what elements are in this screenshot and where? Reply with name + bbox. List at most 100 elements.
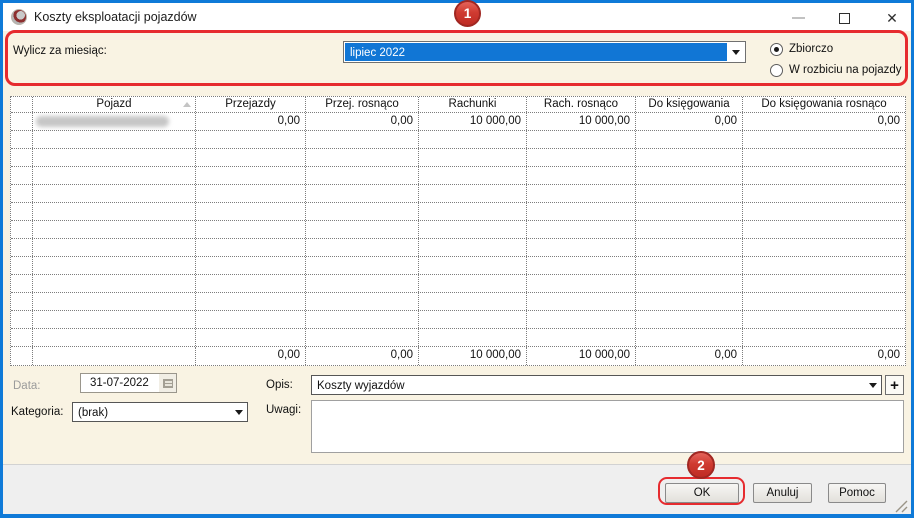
table-row-empty[interactable] bbox=[11, 149, 905, 167]
grid-cell[interactable] bbox=[419, 203, 527, 220]
grid-cell[interactable] bbox=[33, 311, 196, 328]
grid-cell[interactable] bbox=[11, 203, 33, 220]
category-combobox-arrow[interactable] bbox=[230, 403, 247, 421]
grid-cell[interactable] bbox=[743, 167, 905, 184]
table-row-empty[interactable] bbox=[11, 275, 905, 293]
grid-cell[interactable] bbox=[196, 329, 306, 346]
grid-cell[interactable] bbox=[419, 329, 527, 346]
category-combobox[interactable]: (brak) bbox=[72, 402, 248, 422]
vehicle-name-cell[interactable] bbox=[33, 113, 196, 130]
grid-cell[interactable] bbox=[196, 221, 306, 238]
table-row-empty[interactable] bbox=[11, 257, 905, 275]
header-do-ksiegowania-rosnaco[interactable]: Do księgowania rosnąco bbox=[743, 97, 905, 112]
grid-cell[interactable] bbox=[419, 239, 527, 256]
grid-cell[interactable] bbox=[33, 221, 196, 238]
radio-zbiorczo[interactable]: Zbiorczo bbox=[770, 42, 833, 56]
grid-cell[interactable]: 0,00 bbox=[743, 113, 905, 130]
grid-cell[interactable] bbox=[11, 293, 33, 310]
month-combobox-arrow[interactable] bbox=[727, 43, 744, 61]
grid-cell[interactable] bbox=[636, 167, 743, 184]
grid-cell[interactable] bbox=[196, 185, 306, 202]
grid-cell[interactable] bbox=[306, 257, 419, 274]
grid-cell[interactable] bbox=[419, 149, 527, 166]
header-przejazdy[interactable]: Przejazdy bbox=[196, 97, 306, 112]
grid-cell[interactable] bbox=[636, 329, 743, 346]
grid-cell[interactable] bbox=[306, 329, 419, 346]
grid-cell[interactable] bbox=[636, 203, 743, 220]
month-combobox[interactable]: lipiec 2022 bbox=[343, 41, 746, 63]
grid-cell[interactable] bbox=[33, 167, 196, 184]
grid-cell[interactable] bbox=[743, 203, 905, 220]
table-row-empty[interactable] bbox=[11, 203, 905, 221]
grid-cell[interactable] bbox=[196, 293, 306, 310]
grid-cell[interactable] bbox=[743, 131, 905, 148]
grid-cell[interactable] bbox=[743, 185, 905, 202]
grid-cell[interactable] bbox=[33, 149, 196, 166]
description-combobox-arrow[interactable] bbox=[864, 376, 881, 394]
grid-cell[interactable] bbox=[306, 293, 419, 310]
table-row-data[interactable]: 0,00 0,00 10 000,00 10 000,00 0,00 0,00 bbox=[11, 113, 905, 131]
table-row-empty[interactable] bbox=[11, 221, 905, 239]
grid-cell[interactable] bbox=[743, 311, 905, 328]
grid-cell[interactable] bbox=[33, 239, 196, 256]
grid-cell[interactable] bbox=[527, 167, 636, 184]
grid-cell[interactable] bbox=[527, 311, 636, 328]
grid-cell[interactable] bbox=[11, 257, 33, 274]
grid-cell[interactable] bbox=[419, 167, 527, 184]
grid-cell[interactable] bbox=[527, 131, 636, 148]
grid-cell[interactable] bbox=[419, 293, 527, 310]
grid-cell[interactable]: 10 000,00 bbox=[527, 113, 636, 130]
grid-cell[interactable] bbox=[306, 185, 419, 202]
grid-cell[interactable] bbox=[33, 257, 196, 274]
grid-cell[interactable] bbox=[743, 293, 905, 310]
grid-cell[interactable] bbox=[527, 221, 636, 238]
grid-cell[interactable] bbox=[636, 149, 743, 166]
grid-cell[interactable] bbox=[33, 329, 196, 346]
header-rach-rosnaco[interactable]: Rach. rosnąco bbox=[527, 97, 636, 112]
grid-cell[interactable] bbox=[33, 185, 196, 202]
header-do-ksiegowania[interactable]: Do księgowania bbox=[636, 97, 743, 112]
grid-cell[interactable] bbox=[527, 149, 636, 166]
date-field[interactable]: 31-07-2022 bbox=[80, 373, 177, 393]
table-row-empty[interactable] bbox=[11, 131, 905, 149]
grid-cell[interactable] bbox=[743, 149, 905, 166]
grid-cell[interactable] bbox=[419, 275, 527, 292]
grid-cell[interactable] bbox=[306, 221, 419, 238]
grid-cell[interactable] bbox=[743, 221, 905, 238]
grid-cell[interactable] bbox=[419, 131, 527, 148]
grid-cell[interactable] bbox=[306, 275, 419, 292]
grid-cell[interactable] bbox=[33, 293, 196, 310]
grid-cell[interactable] bbox=[636, 239, 743, 256]
grid-cell[interactable] bbox=[743, 239, 905, 256]
grid-cell[interactable] bbox=[743, 329, 905, 346]
grid-cell[interactable] bbox=[196, 275, 306, 292]
resize-grip[interactable] bbox=[894, 499, 908, 513]
grid-cell[interactable] bbox=[11, 221, 33, 238]
grid-cell[interactable] bbox=[527, 293, 636, 310]
header-przej-rosnaco[interactable]: Przej. rosnąco bbox=[306, 97, 419, 112]
ok-button[interactable]: OK bbox=[665, 483, 739, 503]
table-row-empty[interactable] bbox=[11, 293, 905, 311]
radio-w-rozbiciu[interactable]: W rozbiciu na pojazdy bbox=[770, 63, 902, 77]
grid-cell[interactable] bbox=[743, 257, 905, 274]
help-button[interactable]: Pomoc bbox=[828, 483, 886, 503]
grid-cell[interactable] bbox=[196, 131, 306, 148]
grid-cell[interactable] bbox=[306, 167, 419, 184]
grid-cell[interactable] bbox=[11, 275, 33, 292]
grid-cell[interactable] bbox=[306, 203, 419, 220]
notes-textarea[interactable] bbox=[311, 400, 904, 453]
grid-cell[interactable] bbox=[306, 131, 419, 148]
grid-cell[interactable] bbox=[636, 221, 743, 238]
grid-cell[interactable] bbox=[419, 185, 527, 202]
grid-cell[interactable] bbox=[11, 185, 33, 202]
grid-cell[interactable] bbox=[743, 275, 905, 292]
grid-cell[interactable] bbox=[527, 257, 636, 274]
grid-cell[interactable] bbox=[527, 329, 636, 346]
grid-cell[interactable] bbox=[196, 257, 306, 274]
grid-cell[interactable]: 0,00 bbox=[306, 113, 419, 130]
maximize-button[interactable] bbox=[833, 7, 855, 29]
grid-cell[interactable] bbox=[419, 311, 527, 328]
grid-cell[interactable] bbox=[11, 167, 33, 184]
grid-cell[interactable] bbox=[11, 329, 33, 346]
grid-cell[interactable] bbox=[196, 311, 306, 328]
